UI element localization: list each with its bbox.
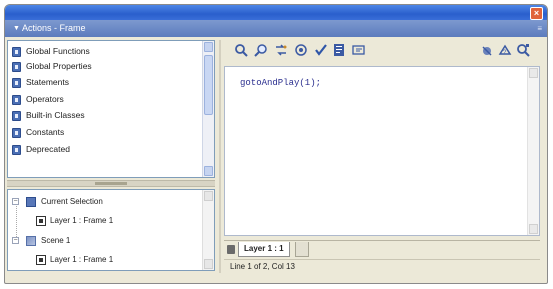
nav-item-label: Scene 1: [41, 236, 71, 245]
scene-icon: [26, 236, 36, 246]
collapse-toggle[interactable]: −: [12, 198, 19, 205]
nav-item-label: Layer 1 : Frame 1: [50, 255, 114, 264]
pane-splitter[interactable]: [7, 180, 215, 187]
toolbox-item-statements[interactable]: Statements: [12, 75, 200, 90]
script-editor[interactable]: gotoAndPlay(1);: [224, 66, 540, 236]
script-toolbar: ?: [224, 38, 540, 64]
close-icon[interactable]: ×: [530, 7, 543, 20]
toolbox-item-built-in-classes[interactable]: Built-in Classes: [12, 108, 200, 123]
view-options-icon[interactable]: [516, 43, 530, 57]
code-line[interactable]: gotoAndPlay(1);: [240, 78, 321, 88]
nav-item-scene-frame[interactable]: Layer 1 : Frame 1: [12, 253, 192, 267]
add-action-icon[interactable]: [234, 43, 248, 57]
scroll-up-button[interactable]: [204, 191, 213, 201]
book-icon: [12, 145, 21, 155]
collapse-arrow-icon[interactable]: ▼: [13, 20, 20, 37]
scroll-up-button[interactable]: [204, 42, 213, 52]
tab-empty[interactable]: [295, 242, 309, 257]
toolbox-item-constants[interactable]: Constants: [12, 125, 200, 140]
toolbox-item-label: Deprecated: [26, 144, 70, 154]
frame-icon: [36, 216, 46, 226]
toolbox-item-deprecated[interactable]: Deprecated: [12, 142, 200, 157]
check-syntax-icon[interactable]: [314, 43, 328, 57]
cursor-position-text: Line 1 of 2, Col 13: [230, 262, 295, 271]
panel-title: Actions - Frame: [22, 23, 86, 33]
book-icon: [12, 95, 21, 105]
toolbox-item-global-functions[interactable]: Global Functions: [12, 44, 200, 59]
editor-scrollbar[interactable]: [527, 67, 539, 235]
panel-menu-icon[interactable]: ≡: [537, 20, 542, 37]
toolbox-item-label: Built-in Classes: [26, 110, 85, 120]
actions-toolbox: Global Functions Global Properties State…: [7, 40, 215, 178]
toolbox-item-label: Statements: [26, 77, 69, 87]
replace-icon[interactable]: [274, 43, 288, 57]
svg-text:?: ?: [503, 50, 507, 56]
reference-icon[interactable]: ?: [498, 43, 512, 57]
book-icon: [12, 111, 21, 121]
script-tab-bar: Layer 1 : 1: [224, 240, 540, 259]
debug-options-icon[interactable]: [480, 43, 494, 57]
nav-item-label: Layer 1 : Frame 1: [50, 216, 114, 225]
find-icon[interactable]: [254, 43, 268, 57]
toolbox-item-label: Operators: [26, 94, 64, 104]
pin-script-icon[interactable]: [227, 245, 235, 254]
auto-format-icon[interactable]: [332, 43, 346, 57]
collapse-toggle[interactable]: −: [12, 237, 19, 244]
nav-item-scene[interactable]: − Scene 1: [12, 234, 192, 248]
toolbox-scrollbar[interactable]: [202, 41, 214, 177]
window-titlebar[interactable]: ×: [5, 5, 547, 20]
toolbox-item-global-properties[interactable]: Global Properties: [12, 59, 200, 74]
toolbox-item-operators[interactable]: Operators: [12, 92, 200, 107]
frame-icon: [36, 255, 46, 265]
toolbox-item-label: Constants: [26, 127, 65, 137]
status-bar: Line 1 of 2, Col 13: [224, 259, 540, 274]
nav-item-current-selection[interactable]: − Current Selection: [12, 195, 192, 209]
splitter-grip[interactable]: [95, 182, 127, 185]
scroll-down-button[interactable]: [529, 224, 538, 234]
script-navigator: − Current Selection Layer 1 : Frame 1 − …: [7, 189, 215, 271]
target-path-icon[interactable]: [294, 43, 308, 57]
scroll-up-button[interactable]: [529, 68, 538, 78]
navigator-scrollbar[interactable]: [202, 190, 214, 270]
pane-divider[interactable]: [219, 40, 221, 273]
nav-item-current-frame[interactable]: Layer 1 : Frame 1: [12, 214, 192, 228]
book-icon: [12, 78, 21, 88]
book-icon: [12, 47, 21, 57]
selection-icon: [26, 197, 36, 207]
book-icon: [12, 62, 21, 72]
toolbox-item-label: Global Functions: [26, 46, 90, 56]
toolbox-item-label: Global Properties: [26, 61, 92, 71]
tab-layer-1-frame-1[interactable]: Layer 1 : 1: [238, 242, 290, 257]
book-icon: [12, 128, 21, 138]
scroll-down-button[interactable]: [204, 166, 213, 176]
scroll-down-button[interactable]: [204, 259, 213, 269]
scroll-thumb[interactable]: [204, 55, 213, 115]
code-hint-icon[interactable]: [352, 43, 366, 57]
nav-item-label: Current Selection: [41, 197, 103, 206]
panel-header[interactable]: ▼ Actions - Frame ≡: [5, 20, 547, 37]
